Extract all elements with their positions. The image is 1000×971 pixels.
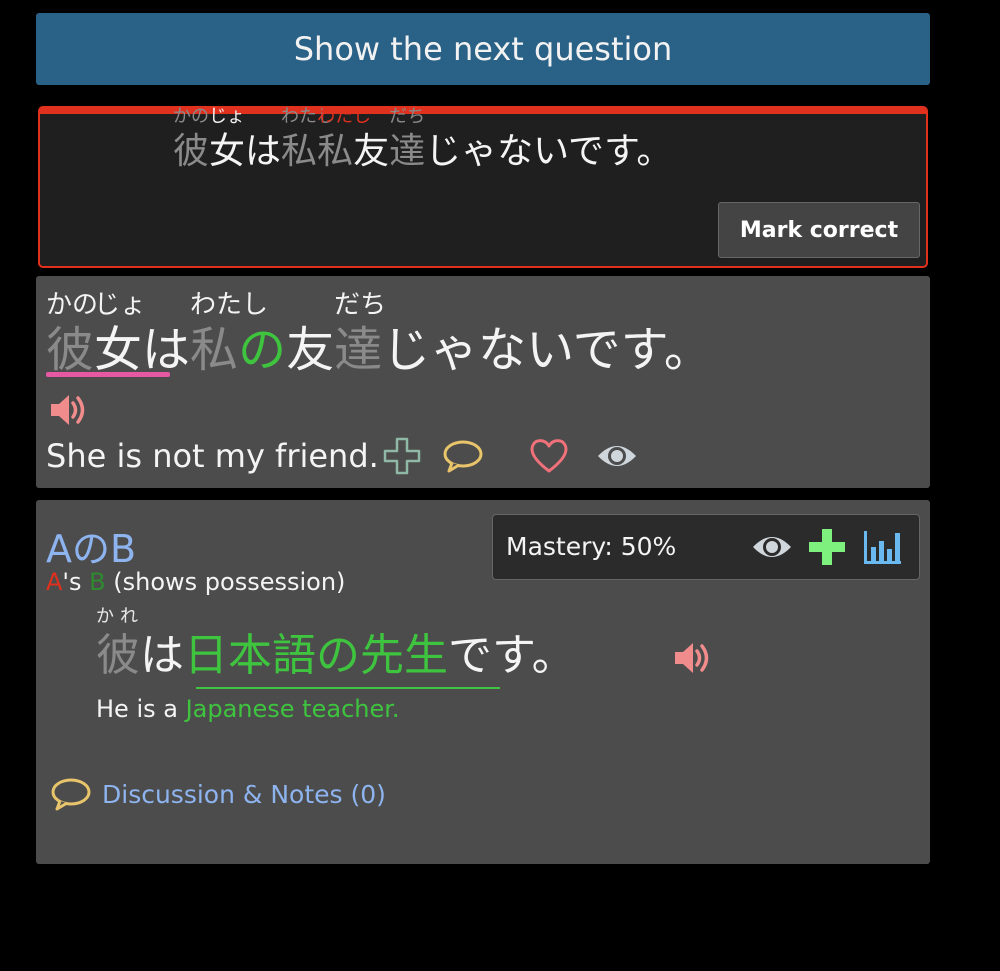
question-segment: 友 — [286, 322, 335, 378]
answer-segment: 友 — [353, 131, 390, 172]
question-ruby: じょ — [94, 290, 147, 320]
answer-ruby: かの — [173, 106, 209, 127]
example-translation: He is a Japanese teacher. — [96, 695, 400, 723]
speaker-icon[interactable] — [48, 392, 90, 428]
example-kanji-he: かれ彼 — [96, 606, 144, 681]
question-segment: の — [238, 322, 287, 378]
question-segment: だち達 — [334, 290, 387, 378]
answer-segment: じゃないです。 — [425, 131, 673, 172]
mark-correct-button[interactable]: Mark correct — [718, 202, 920, 258]
mastery-label: Mastery: 50% — [506, 532, 677, 561]
grammar-title: AのB — [46, 527, 137, 571]
answer-segment: わたし 私 — [317, 106, 372, 172]
meaning-b: B — [89, 568, 106, 596]
question-card: かの彼じょ女はわたし 私 の友だち達じゃないです。 She is not my … — [36, 276, 930, 488]
example-highlight: 日本語の先生 — [184, 630, 448, 681]
question-segment: かの彼 — [46, 290, 99, 378]
question-segment: わたし 私 — [190, 290, 269, 378]
answer-segment: かの彼 — [173, 106, 210, 172]
discussion-notes-link[interactable]: Discussion & Notes (0) — [50, 776, 386, 812]
question-translation: She is not my friend. — [46, 437, 379, 475]
question-segment: じゃないです。 — [382, 322, 712, 378]
example-ruby-he: かれ — [96, 606, 144, 627]
answer-segment: じょ女 — [209, 106, 246, 172]
comment-icon — [50, 776, 92, 812]
example-underline — [196, 687, 500, 689]
answer-segment: だち達 — [389, 106, 426, 172]
question-segment: は — [142, 322, 191, 378]
example-particle: は — [140, 630, 184, 681]
answer-segment: わたし 私 — [281, 106, 336, 172]
add-icon[interactable] — [807, 527, 847, 567]
grammar-meaning: A's B (shows possession) — [46, 568, 345, 596]
answer-ruby: じょ — [209, 106, 246, 127]
underline-highlight — [46, 372, 170, 377]
translation-highlight: Japanese teacher. — [185, 695, 400, 723]
question-ruby: かの — [46, 290, 99, 320]
eye-icon[interactable] — [751, 531, 793, 563]
answer-ruby: わたし — [317, 106, 372, 127]
plus-outline-icon[interactable] — [382, 436, 422, 476]
question-segment: じょ女 — [94, 290, 147, 378]
example-ending: です。 — [448, 630, 576, 681]
question-ruby: だち — [334, 290, 387, 320]
heart-icon[interactable] — [528, 437, 570, 475]
meaning-s: 's — [62, 568, 90, 596]
meaning-rest: (shows possession) — [105, 568, 346, 596]
show-next-question-button[interactable]: Show the next question — [36, 13, 930, 85]
speaker-icon[interactable] — [672, 640, 714, 676]
answer-sentence: かの彼じょ女はわたし 私 わたし 私 友だち達じゃないです。 — [173, 106, 673, 172]
answer-card: かの彼じょ女はわたし 私 わたし 私 友だち達じゃないです。 Mark corr… — [38, 106, 928, 268]
answer-ruby: わたし — [281, 106, 336, 127]
question-ruby: わたし — [190, 290, 269, 320]
answer-segment: は — [245, 131, 282, 172]
translation-plain: He is a — [96, 695, 186, 723]
meaning-a: A — [46, 568, 63, 596]
eye-icon[interactable] — [596, 440, 638, 472]
stats-chart-icon[interactable] — [861, 527, 903, 567]
answer-ruby: だち — [389, 106, 426, 127]
mastery-panel: Mastery: 50% — [492, 514, 920, 580]
question-sentence: かの彼じょ女はわたし 私 の友だち達じゃないです。 — [46, 290, 712, 378]
discussion-label[interactable]: Discussion & Notes (0) — [102, 780, 386, 809]
comment-icon[interactable] — [442, 438, 484, 474]
grammar-card: AのB A's B (shows possession) Mastery: 50… — [36, 500, 930, 864]
example-sentence: かれ彼 は 日本語の先生 です。 — [96, 606, 576, 681]
